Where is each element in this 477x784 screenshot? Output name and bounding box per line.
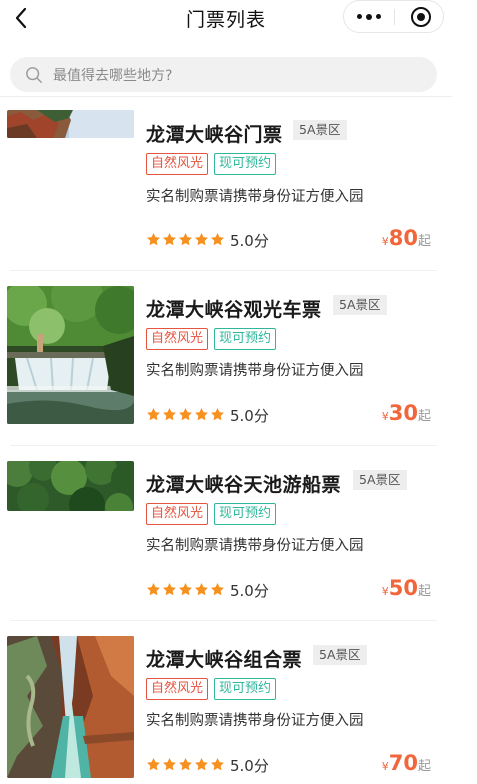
tag-booking: 现可预约 <box>214 153 277 175</box>
star-icon <box>178 582 193 597</box>
header-divider <box>0 96 452 97</box>
star-icon <box>210 582 225 597</box>
rating-score: 5.0分 <box>230 232 269 250</box>
tag-booking: 现可预约 <box>214 328 277 350</box>
tag-row: 自然风光 现可预约 <box>0 328 452 350</box>
scenery-image <box>7 636 134 778</box>
price-value: 70 <box>388 751 418 775</box>
tag-row: 自然风光 现可预约 <box>0 153 452 175</box>
tag-booking: 现可预约 <box>214 503 277 525</box>
search-bar[interactable]: 最值得去哪些地方? <box>10 57 437 92</box>
tag-nature: 自然风光 <box>146 678 209 700</box>
price-suffix: 起 <box>417 759 431 774</box>
nav-bar: 门票列表 <box>0 0 452 36</box>
tag-booking: 现可预约 <box>214 678 277 700</box>
ticket-card[interactable]: 龙潭大峡谷天池游船票 5A景区 自然风光 现可预约 实名制购票请携带身份证方便入… <box>0 455 452 620</box>
scenic-level-badge: 5A景区 <box>333 295 387 315</box>
price-suffix: 起 <box>417 234 431 249</box>
price: ¥80起 <box>382 226 431 250</box>
price-suffix: 起 <box>417 409 431 424</box>
ticket-name: 龙潭大峡谷观光车票 <box>146 299 322 321</box>
tag-nature: 自然风光 <box>146 328 209 350</box>
star-icon <box>210 407 225 422</box>
star-icon <box>162 407 177 422</box>
star-rating <box>146 232 225 247</box>
star-icon <box>210 232 225 247</box>
ticket-name: 龙潭大峡谷组合票 <box>146 649 303 671</box>
star-icon <box>194 232 209 247</box>
scenery-image <box>7 286 134 424</box>
more-dots-icon[interactable] <box>344 1 394 32</box>
price-currency: ¥ <box>381 235 389 248</box>
card-divider <box>10 620 437 621</box>
star-icon <box>194 407 209 422</box>
price: ¥50起 <box>382 576 431 600</box>
scenic-level-badge: 5A景区 <box>293 120 347 140</box>
tag-row: 自然风光 现可预约 <box>0 503 452 525</box>
price-currency: ¥ <box>381 410 389 423</box>
mini-program-capsule <box>343 0 444 33</box>
star-icon <box>146 582 161 597</box>
ticket-description: 实名制购票请携带身份证方便入园 <box>146 363 364 379</box>
star-rating <box>146 407 225 422</box>
star-icon <box>194 757 209 772</box>
price-suffix: 起 <box>417 584 431 599</box>
star-icon <box>146 407 161 422</box>
card-divider <box>10 270 437 271</box>
capsule-divider <box>394 9 395 25</box>
star-rating <box>146 582 225 597</box>
price-value: 50 <box>388 576 418 600</box>
ticket-name: 龙潭大峡谷门票 <box>146 124 283 146</box>
search-icon <box>26 67 42 83</box>
star-icon <box>162 757 177 772</box>
star-icon <box>210 757 225 772</box>
star-icon <box>162 582 177 597</box>
star-icon <box>146 232 161 247</box>
tag-row: 自然风光 现可预约 <box>0 678 452 700</box>
ticket-card[interactable]: 龙潭大峡谷观光车票 5A景区 自然风光 现可预约 实名制购票请携带身份证方便入园… <box>0 280 452 445</box>
price-value: 30 <box>388 401 418 425</box>
price: ¥70起 <box>382 751 431 775</box>
ticket-name: 龙潭大峡谷天池游船票 <box>146 474 342 496</box>
price-value: 80 <box>388 226 418 250</box>
star-icon <box>178 232 193 247</box>
search-placeholder: 最值得去哪些地方? <box>53 68 173 84</box>
rating-score: 5.0分 <box>230 757 269 775</box>
ticket-description: 实名制购票请携带身份证方便入园 <box>146 713 364 729</box>
ticket-description: 实名制购票请携带身份证方便入园 <box>146 189 364 205</box>
price-currency: ¥ <box>381 760 389 773</box>
star-icon <box>178 407 193 422</box>
scenery-image <box>7 110 134 138</box>
star-rating <box>146 757 225 772</box>
close-target-icon[interactable] <box>411 7 431 27</box>
price-currency: ¥ <box>381 585 389 598</box>
star-icon <box>194 582 209 597</box>
star-icon <box>162 232 177 247</box>
rating-score: 5.0分 <box>230 582 269 600</box>
tag-nature: 自然风光 <box>146 503 209 525</box>
ticket-card[interactable]: 龙潭大峡谷门票 5A景区 自然风光 现可预约 实名制购票请携带身份证方便入园 5… <box>0 105 452 270</box>
ticket-card[interactable]: 龙潭大峡谷组合票 5A景区 自然风光 现可预约 实名制购票请携带身份证方便入园 … <box>0 630 452 784</box>
star-icon <box>178 757 193 772</box>
scenic-level-badge: 5A景区 <box>353 470 407 490</box>
star-icon <box>146 757 161 772</box>
tag-nature: 自然风光 <box>146 153 209 175</box>
card-divider <box>10 445 437 446</box>
ticket-description: 实名制购票请携带身份证方便入园 <box>146 538 364 554</box>
price: ¥30起 <box>382 401 431 425</box>
rating-score: 5.0分 <box>230 407 269 425</box>
scenic-level-badge: 5A景区 <box>313 645 367 665</box>
